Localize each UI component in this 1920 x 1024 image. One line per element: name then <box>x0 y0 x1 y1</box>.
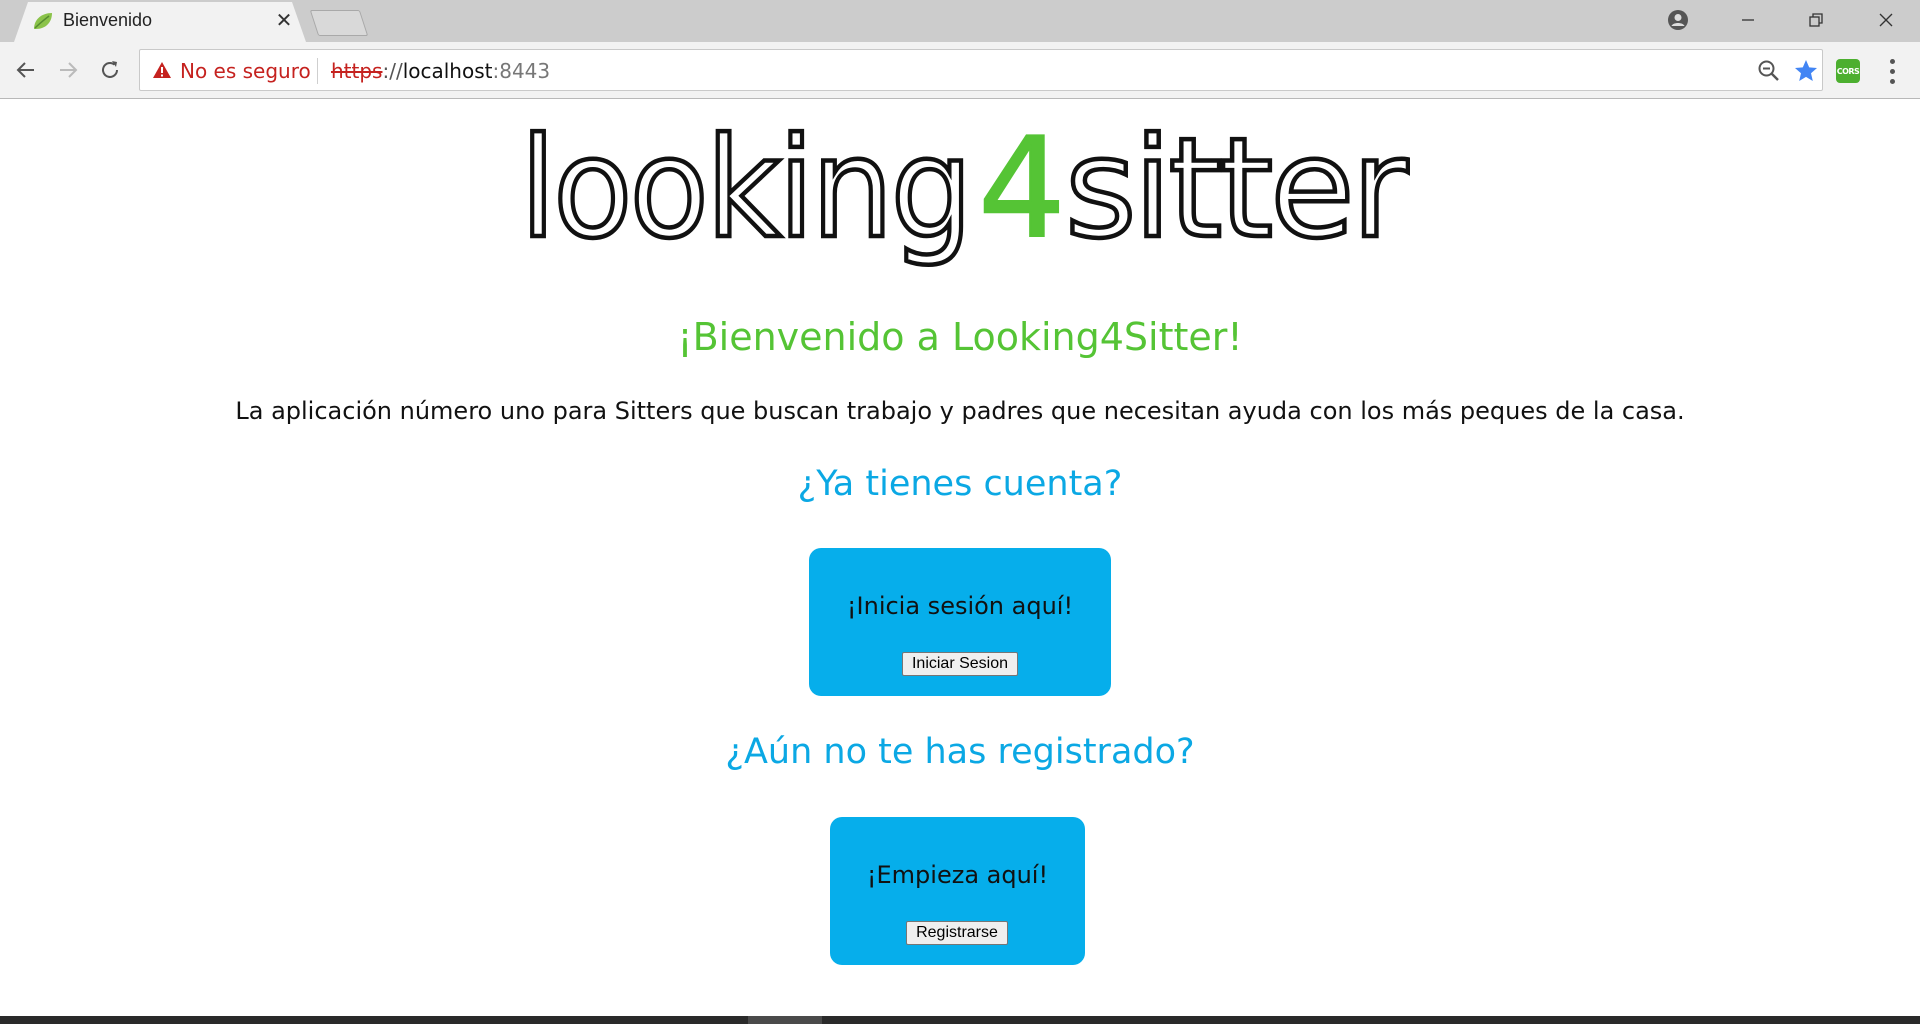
logo-text-4: 4 <box>978 108 1066 268</box>
browser-toolbar: No es seguro https://localhost:8443 CORS <box>0 42 1920 99</box>
logo: looking 4 sitter <box>520 108 1410 268</box>
close-icon[interactable]: ✕ <box>274 8 294 32</box>
cors-extension-icon[interactable]: CORS <box>1836 59 1860 83</box>
register-card: ¡Empieza aquí! Registrarse <box>830 817 1085 965</box>
register-heading: ¿Aún no te has registrado? <box>725 732 1195 772</box>
star-icon[interactable] <box>1792 57 1820 85</box>
url-scheme: https <box>331 59 383 83</box>
leaf-favicon-icon <box>34 13 52 29</box>
page-content: looking 4 sitter ¡Bienvenido a Looking4S… <box>0 100 1920 1016</box>
url-separator: :// <box>382 59 403 83</box>
minimize-icon[interactable] <box>1714 0 1782 40</box>
close-window-icon[interactable] <box>1852 0 1920 40</box>
login-button[interactable]: Iniciar Sesion <box>902 652 1018 676</box>
menu-icon[interactable] <box>1880 54 1904 88</box>
intro-text: La aplicación número uno para Sitters qu… <box>235 397 1685 425</box>
register-card-text: ¡Empieza aquí! <box>866 861 1049 889</box>
profile-icon[interactable] <box>1644 0 1712 40</box>
logo-text-looking: looking <box>520 108 970 268</box>
restore-icon[interactable] <box>1782 0 1850 40</box>
back-arrow-icon[interactable] <box>8 52 44 88</box>
login-heading: ¿Ya tienes cuenta? <box>797 464 1123 504</box>
browser-tab[interactable] <box>14 2 306 42</box>
login-card: ¡Inicia sesión aquí! Iniciar Sesion <box>809 548 1111 696</box>
register-button[interactable]: Registrarse <box>906 921 1008 945</box>
new-tab-button[interactable] <box>309 10 369 36</box>
logo-text-sitter: sitter <box>1065 108 1408 268</box>
forward-arrow-icon[interactable] <box>50 52 86 88</box>
url-host: localhost <box>402 59 493 83</box>
login-card-text: ¡Inicia sesión aquí! <box>846 592 1074 620</box>
tab-strip: Bienvenido ✕ <box>0 0 1920 42</box>
separator <box>317 58 318 84</box>
scrollbar-thumb[interactable] <box>748 1016 822 1024</box>
warning-icon <box>153 62 171 78</box>
zoom-out-icon[interactable] <box>1756 58 1782 84</box>
url-text[interactable]: https://localhost:8443 <box>331 59 550 83</box>
url-port: :8443 <box>492 59 551 83</box>
address-bar[interactable]: No es seguro https://localhost:8443 <box>139 49 1823 91</box>
tab-title: Bienvenido <box>63 10 153 30</box>
bottom-scrollbar[interactable] <box>0 1016 1920 1024</box>
reload-icon[interactable] <box>92 52 128 88</box>
welcome-heading: ¡Bienvenido a Looking4Sitter! <box>677 315 1243 359</box>
security-label[interactable]: No es seguro <box>180 59 311 83</box>
